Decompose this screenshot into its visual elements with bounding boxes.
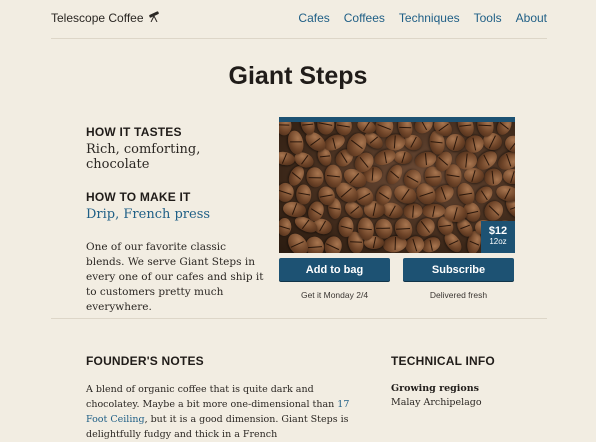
- technical-info-heading: TECHNICAL INFO: [391, 354, 495, 368]
- nav-about[interactable]: About: [516, 11, 547, 25]
- header-divider: [51, 38, 547, 39]
- product-image: $12 12oz: [279, 117, 515, 253]
- method-link-drip[interactable]: Drip: [86, 207, 115, 222]
- nav-cafes[interactable]: Cafes: [298, 11, 329, 25]
- coffee-bean: [445, 133, 465, 152]
- founders-notes-heading: FOUNDER'S NOTES: [86, 354, 204, 368]
- founders-notes: FOUNDER'S NOTES A blend of organic coffe…: [86, 354, 368, 442]
- taste-notes: Rich, comforting, chocolate: [86, 142, 201, 172]
- coffee-bean: [383, 161, 405, 187]
- product-summary: HOW IT TASTES Rich, comforting, chocolat…: [86, 125, 266, 326]
- how-it-tastes-heading: HOW IT TASTES: [86, 125, 182, 139]
- logo-text: Telescope Coffee: [51, 10, 144, 25]
- coffee-bean: [316, 122, 335, 135]
- method-link-french-press[interactable]: French press: [123, 207, 210, 222]
- growing-regions-label: Growing regions: [391, 383, 479, 394]
- page-title: Giant Steps: [228, 62, 368, 90]
- coffee-bean: [296, 184, 312, 205]
- subscription-note: Delivered fresh: [429, 290, 488, 300]
- section-divider: [51, 318, 547, 319]
- page: Telescope Coffee Cafes Coffees Technique…: [0, 0, 596, 440]
- nav-techniques[interactable]: Techniques: [399, 11, 460, 25]
- coffee-bean: [402, 202, 424, 220]
- growing-regions-value: Malay Archipelago: [391, 397, 482, 408]
- nav-tools[interactable]: Tools: [474, 11, 502, 25]
- technical-info: TECHNICAL INFO Growing regions Malay Arc…: [391, 354, 551, 408]
- subscribe-button[interactable]: Subscribe: [403, 258, 514, 281]
- nav-coffees[interactable]: Coffees: [344, 11, 385, 25]
- founders-notes-text: A blend of organic coffee that is quite …: [86, 382, 368, 442]
- product-description: One of our favorite classic blends. We s…: [86, 241, 264, 313]
- package-size: 12oz: [489, 237, 507, 246]
- coffee-bean: [322, 234, 344, 253]
- price-badge: $12 12oz: [481, 221, 515, 253]
- how-to-make-heading: HOW TO MAKE IT: [86, 190, 191, 204]
- logo-link[interactable]: Telescope Coffee: [51, 10, 161, 25]
- coffee-bean: [494, 182, 515, 204]
- coffee-bean: [305, 165, 326, 189]
- brew-methods: Drip, French press: [86, 207, 266, 222]
- main-nav: Cafes Coffees Techniques Tools About: [298, 11, 547, 25]
- coffee-bean: [393, 150, 413, 166]
- add-to-bag-button[interactable]: Add to bag: [279, 258, 390, 281]
- delivery-date-note: Get it Monday 2/4: [300, 290, 369, 300]
- coffee-bean: [502, 167, 515, 185]
- founders-notes-text-start: A blend of organic coffee that is quite …: [86, 384, 338, 410]
- telescope-icon: [144, 10, 161, 25]
- price: $12: [488, 225, 508, 237]
